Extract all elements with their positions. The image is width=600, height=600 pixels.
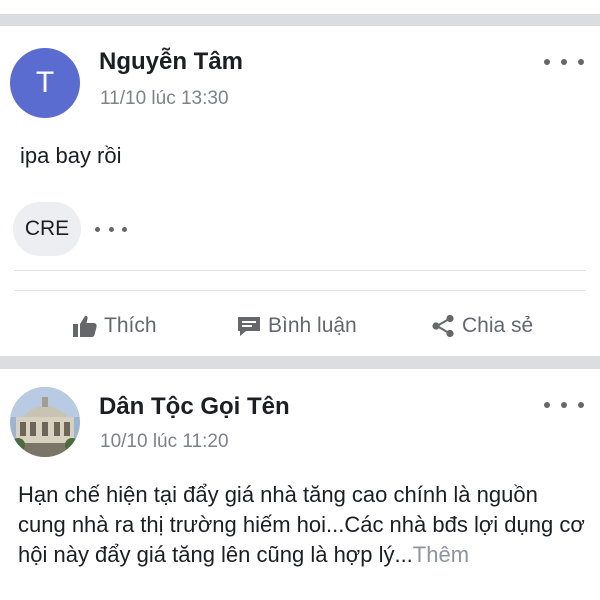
share-icon: [432, 314, 454, 338]
divider: [14, 270, 586, 271]
like-button[interactable]: Thích: [72, 311, 157, 341]
comment-icon: [238, 317, 260, 336]
post-timestamp[interactable]: 10/10 lúc 11:20: [100, 431, 229, 453]
avatar[interactable]: T: [10, 48, 80, 118]
post-text-content: Hạn chế hiện tại đẩy giá nhà tăng cao ch…: [18, 482, 585, 567]
more-icon[interactable]: [95, 217, 127, 241]
like-icon: [73, 315, 97, 337]
post-author[interactable]: Nguyễn Tâm: [99, 48, 243, 76]
divider: [14, 290, 586, 291]
see-more-link[interactable]: Thêm: [413, 542, 469, 567]
reaction-chip[interactable]: CRE: [13, 202, 81, 256]
feed-separator: [0, 356, 600, 369]
share-label: Chia sẻ: [462, 314, 534, 337]
post-author[interactable]: Dân Tộc Gọi Tên: [99, 393, 290, 421]
comment-label: Bình luận: [268, 314, 357, 337]
post-text: ipa bay rồi: [20, 143, 122, 168]
post-timestamp[interactable]: 11/10 lúc 13:30: [100, 88, 229, 110]
post-card: Dân Tộc Gọi Tên 10/10 lúc 11:20 Hạn chế …: [0, 369, 600, 600]
share-button[interactable]: Chia sẻ: [430, 311, 533, 341]
post-card: T Nguyễn Tâm 11/10 lúc 13:30 ipa bay rồi…: [0, 26, 600, 356]
avatar[interactable]: [10, 387, 80, 457]
comment-button[interactable]: Bình luận: [236, 311, 357, 341]
like-label: Thích: [104, 314, 157, 337]
more-icon[interactable]: [544, 393, 584, 417]
building-photo-icon: [10, 387, 80, 457]
feed-separator-top: [0, 14, 600, 26]
more-icon[interactable]: [544, 50, 584, 74]
post-text: Hạn chế hiện tại đẩy giá nhà tăng cao ch…: [18, 480, 588, 570]
